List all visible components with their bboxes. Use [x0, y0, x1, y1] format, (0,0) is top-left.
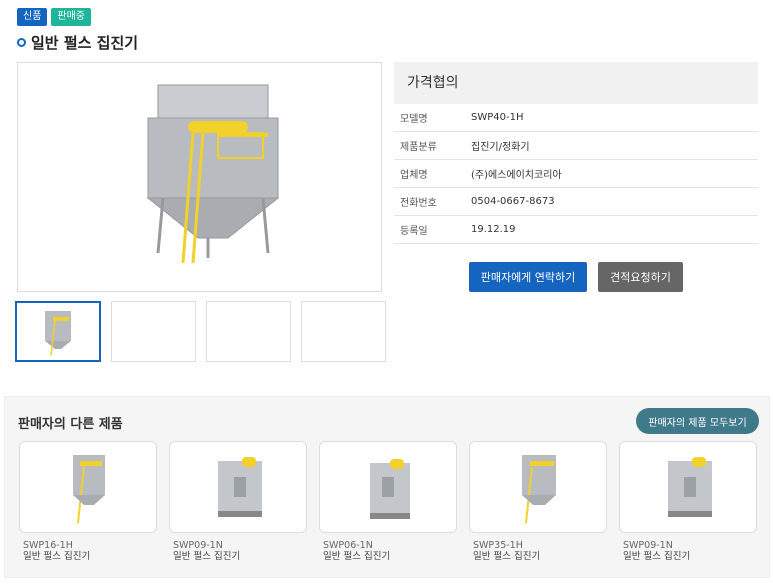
- new-badge: 신품: [17, 8, 48, 26]
- thumbnail-strip: [15, 301, 386, 362]
- product-card-image[interactable]: [469, 441, 607, 533]
- product-card-image[interactable]: [169, 441, 307, 533]
- thumbnail-3[interactable]: [206, 301, 291, 362]
- thumbnail-1[interactable]: [15, 301, 101, 362]
- title-row: 일반 펄스 집진기: [17, 32, 138, 53]
- request-quote-button[interactable]: 견적요청하기: [598, 262, 683, 292]
- product-card-list: SWP16-1H 일반 펄스 집진기 SWP09-1N 일반 펄스 집진기 SW…: [19, 441, 757, 563]
- product-info: 가격협의 모델명 SWP40-1H 제품분류 집진기/정화기 업체명 (주)에스에이치…: [394, 62, 758, 244]
- page-title: 일반 펄스 집진기: [31, 34, 139, 52]
- info-row-category: 제품분류 집진기/정화기: [394, 132, 758, 160]
- info-row-phone: 전화번호 0504-0667-8673: [394, 188, 758, 216]
- info-row-date: 등록일 19.12.19: [394, 216, 758, 244]
- info-row-model: 모델명 SWP40-1H: [394, 104, 758, 132]
- product-card[interactable]: SWP06-1N 일반 펄스 집진기: [319, 441, 457, 563]
- price-label: 가격협의: [394, 62, 758, 104]
- product-card[interactable]: SWP09-1N 일반 펄스 집진기: [169, 441, 307, 563]
- info-row-company: 업체명 (주)에스에이치코리아: [394, 160, 758, 188]
- circle-bullet-icon: [17, 38, 26, 47]
- product-card-image[interactable]: [19, 441, 157, 533]
- section-title: 판매자의 다른 제품: [18, 417, 123, 432]
- product-card[interactable]: SWP09-1N 일반 펄스 집진기: [619, 441, 757, 563]
- thumbnail-2[interactable]: [111, 301, 196, 362]
- dust-collector-image: [146, 84, 280, 264]
- product-card[interactable]: SWP35-1H 일반 펄스 집진기: [469, 441, 607, 563]
- on-sale-badge: 판매중: [51, 8, 92, 26]
- thumbnail-4[interactable]: [301, 301, 386, 362]
- product-card-image[interactable]: [619, 441, 757, 533]
- product-card[interactable]: SWP16-1H 일반 펄스 집진기: [19, 441, 157, 563]
- contact-seller-button[interactable]: 판매자에게 연락하기: [469, 262, 587, 292]
- badge-group: 신품 판매중: [17, 8, 92, 26]
- view-all-products-button[interactable]: 판매자의 제품 모두보기: [636, 408, 759, 434]
- dust-collector-thumb-image: [45, 311, 71, 356]
- product-main-image[interactable]: [17, 62, 382, 292]
- seller-other-products: 판매자의 다른 제품 판매자의 제품 모두보기 SWP16-1H 일반 펄스 집…: [4, 396, 770, 578]
- product-card-image[interactable]: [319, 441, 457, 533]
- action-buttons: 판매자에게 연락하기 견적요청하기: [469, 262, 683, 292]
